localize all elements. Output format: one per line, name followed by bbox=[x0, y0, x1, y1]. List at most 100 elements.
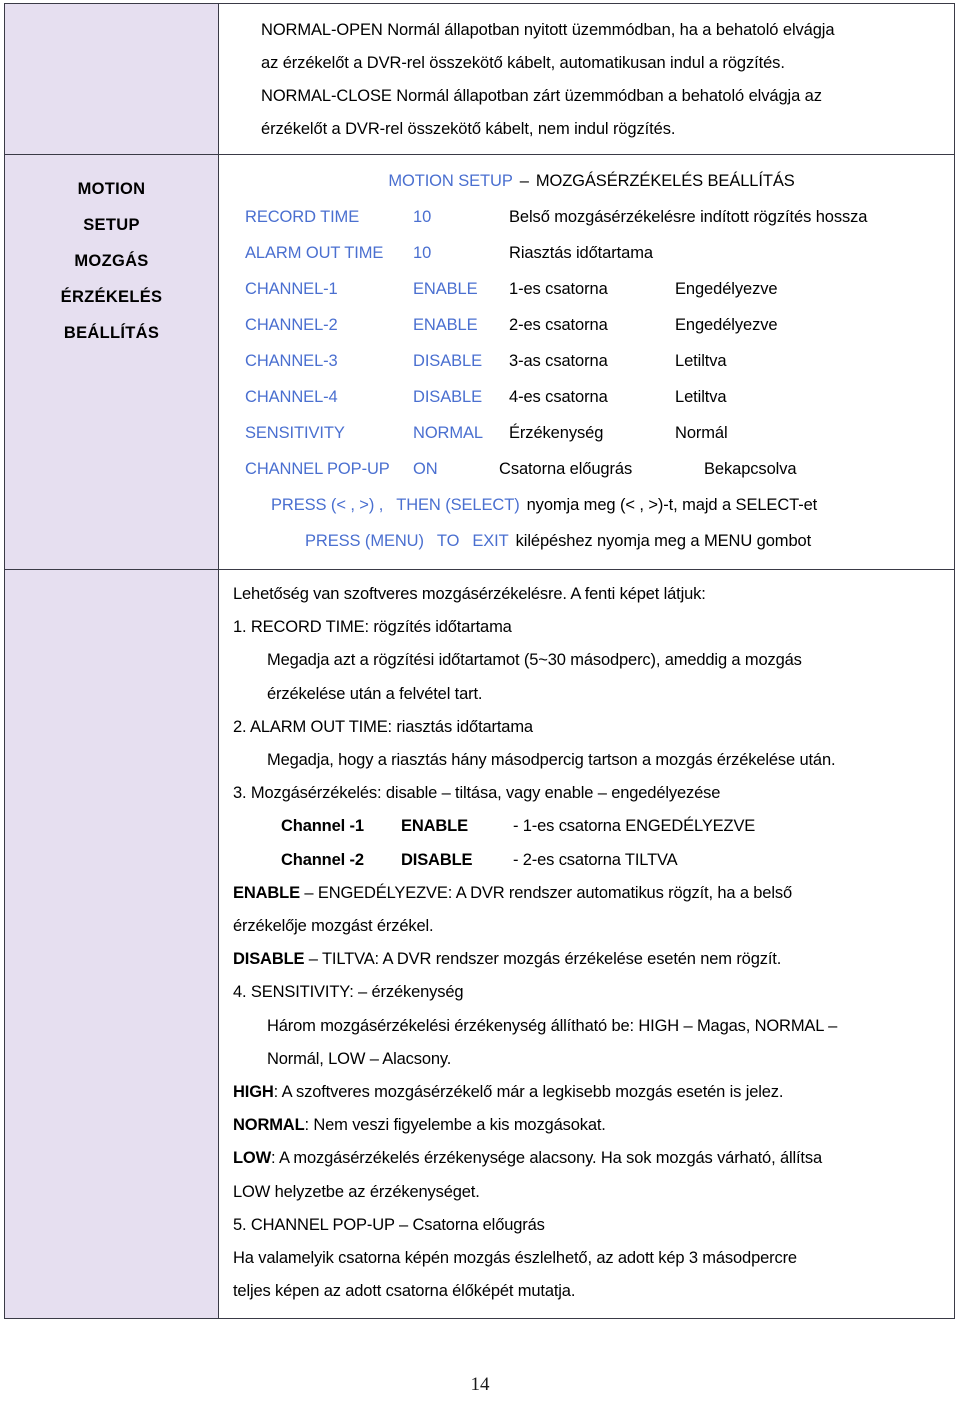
prose-enable-term: ENABLE bbox=[233, 883, 300, 902]
page-number: 14 bbox=[470, 1374, 490, 1395]
prose-channel-1-desc: - 1-es csatorna ENGEDÉLYEZVE bbox=[513, 817, 756, 836]
table-row-intro: NORMAL-OPEN Normál állapotban nyitott üz… bbox=[4, 3, 955, 155]
menu-title-english: MOTION SETUP bbox=[388, 172, 513, 190]
footer-press-menu-en-c: EXIT bbox=[472, 532, 509, 550]
prose-item1-body-b: érzékelése után a felvétel tart. bbox=[267, 684, 483, 703]
menu-value-channel-4[interactable]: DISABLE bbox=[413, 379, 509, 415]
menu-state-channel-2: Engedélyezve bbox=[675, 316, 778, 334]
footer-press-keys-en-a: PRESS (< , >) , bbox=[271, 496, 384, 514]
prose-item3-heading: 3. Mozgásérzékelés: disable – tiltása, v… bbox=[233, 784, 721, 803]
sidebar-cell-labels: MOTION SETUP MOZGÁS ÉRZÉKELÉS BEÁLLÍTÁS bbox=[4, 154, 219, 570]
menu-state-channel-1: Engedélyezve bbox=[675, 280, 778, 298]
menu-footer-press-select: PRESS (< , >) , THEN (SELECT) nyomja meg (… bbox=[229, 487, 944, 523]
menu-state-channel-4: Letiltva bbox=[675, 388, 727, 406]
menu-key-channel-3: CHANNEL-3 bbox=[245, 352, 338, 370]
prose-normal-term: NORMAL bbox=[233, 1116, 305, 1135]
intro-block: NORMAL-OPEN Normál állapotban nyitott üz… bbox=[219, 4, 954, 154]
menu-desc-channel-4: 4-es csatorna bbox=[509, 388, 608, 406]
footer-press-menu-hu: kilépéshez nyomja meg a MENU gombot bbox=[515, 532, 812, 550]
prose-item4-body-a: Három mozgásérzékelési érzékenység állít… bbox=[267, 1016, 838, 1035]
intro-line-3: NORMAL-CLOSE Normál állapotban zárt üzem… bbox=[261, 87, 822, 105]
menu-row-channel-1[interactable]: CHANNEL-1 ENABLE 1-es csatorna Engedélye… bbox=[229, 271, 944, 307]
sidebar-item-motion: MOTION bbox=[77, 180, 146, 198]
menu-title-separator: – bbox=[519, 172, 529, 190]
menu-row-channel-popup[interactable]: CHANNEL POP-UP ON Csatorna előugrás Beka… bbox=[229, 451, 944, 487]
prose-low-text-a: : A mozgásérzékelés érzékenysége alacson… bbox=[271, 1149, 822, 1168]
menu-value-channel-2[interactable]: ENABLE bbox=[413, 307, 509, 343]
prose-item2-body: Megadja, hogy a riasztás hány másodperci… bbox=[267, 751, 836, 770]
prose-low-term: LOW bbox=[233, 1149, 272, 1168]
table-row-menu: MOTION SETUP MOZGÁS ÉRZÉKELÉS BEÁLLÍTÁS … bbox=[4, 154, 955, 570]
prose-high-text: : A szoftveres mozgásérzékelő már a legk… bbox=[273, 1083, 784, 1102]
prose-enable-text-a: – ENGEDÉLYEZVE: A DVR rendszer automatik… bbox=[299, 883, 792, 902]
menu-value-alarm-out-time[interactable]: 10 bbox=[413, 235, 509, 271]
menu-row-channel-2[interactable]: CHANNEL-2 ENABLE 2-es csatorna Engedélye… bbox=[229, 307, 944, 343]
menu-desc-sensitivity: Érzékenység bbox=[509, 424, 604, 442]
menu-value-channel-3[interactable]: DISABLE bbox=[413, 343, 509, 379]
menu-title-hungarian: MOZGÁSÉRZÉKELÉS BEÁLLÍTÁS bbox=[535, 172, 795, 190]
menu-key-sensitivity: SENSITIVITY bbox=[245, 424, 345, 442]
sidebar-item-setup: SETUP bbox=[83, 216, 140, 234]
prose-channel-2-desc: - 2-es csatorna TILTVA bbox=[513, 850, 678, 869]
prose-channel-2-name: Channel -2 bbox=[281, 850, 364, 869]
prose-disable-term: DISABLE bbox=[233, 950, 305, 969]
menu-value-channel-popup[interactable]: ON bbox=[413, 451, 499, 487]
intro-line-1: NORMAL-OPEN Normál állapotban nyitott üz… bbox=[261, 21, 835, 39]
menu-value-record-time[interactable]: 10 bbox=[413, 199, 509, 235]
menu-value-sensitivity[interactable]: NORMAL bbox=[413, 415, 509, 451]
menu-desc-alarm-out-time: Riasztás időtartama bbox=[509, 244, 653, 262]
menu-row-record-time[interactable]: RECORD TIME 10 Belső mozgásérzékelésre i… bbox=[229, 199, 944, 235]
menu-desc-record-time: Belső mozgásérzékelésre indított rögzíté… bbox=[509, 208, 868, 226]
prose-cell: Lehetőség van szoftveres mozgásérzékelés… bbox=[218, 568, 955, 1320]
sidebar-cell-empty-bottom bbox=[4, 568, 219, 1320]
prose-channel-2-row: Channel -2 DISABLE - 2-es csatorna TILTVA bbox=[233, 844, 940, 877]
sidebar-item-mozgas: MOZGÁS bbox=[74, 252, 149, 270]
menu-key-channel-popup: CHANNEL POP-UP bbox=[245, 460, 390, 478]
prose-enable-line-a: ENABLE – ENGEDÉLYEZVE: A DVR rendszer au… bbox=[233, 877, 940, 910]
menu-key-channel-4: CHANNEL-4 bbox=[245, 388, 338, 406]
manual-layout-table: NORMAL-OPEN Normál állapotban nyitott üz… bbox=[4, 3, 955, 1320]
menu-key-record-time: RECORD TIME bbox=[245, 208, 360, 226]
menu-value-channel-1[interactable]: ENABLE bbox=[413, 271, 509, 307]
menu-state-channel-popup: Bekapcsolva bbox=[704, 460, 797, 478]
prose-disable-text: – TILTVA: A DVR rendszer mozgás érzékelé… bbox=[304, 950, 782, 969]
sidebar-cell-empty-top bbox=[4, 3, 219, 155]
explanation-block: Lehetőség van szoftveres mozgásérzékelés… bbox=[219, 570, 954, 1318]
menu-desc-channel-1: 1-es csatorna bbox=[509, 280, 608, 298]
menu-row-channel-4[interactable]: CHANNEL-4 DISABLE 4-es csatorna Letiltva bbox=[229, 379, 944, 415]
prose-channel-1-row: Channel -1 ENABLE - 1-es csatorna ENGEDÉLY… bbox=[233, 810, 940, 843]
prose-channel-1-name: Channel -1 bbox=[281, 817, 364, 836]
document-page: NORMAL-OPEN Normál állapotban nyitott üz… bbox=[0, 0, 960, 1424]
menu-state-channel-3: Letiltva bbox=[675, 352, 727, 370]
prose-high-term: HIGH bbox=[233, 1083, 274, 1102]
footer-press-menu-en-b: TO bbox=[436, 532, 460, 550]
prose-low-line-b: LOW helyzetbe az érzékenységet. bbox=[233, 1182, 480, 1201]
menu-key-channel-1: CHANNEL-1 bbox=[245, 280, 338, 298]
prose-item5-body-a: Ha valamelyik csatorna képén mozgás észl… bbox=[233, 1249, 797, 1268]
prose-normal-text: : Nem veszi figyelembe a kis mozgásokat. bbox=[304, 1116, 606, 1135]
footer-press-keys-hu: nyomja meg (< , >)-t, majd a SELECT-et bbox=[526, 496, 818, 514]
menu-state-sensitivity: Normál bbox=[675, 424, 728, 442]
menu-desc-channel-3: 3-as csatorna bbox=[509, 352, 608, 370]
table-row-prose: Lehetőség van szoftveres mozgásérzékelés… bbox=[4, 568, 955, 1320]
footer-press-keys-en-b: THEN (SELECT) bbox=[396, 496, 520, 514]
menu-row-alarm-out-time[interactable]: ALARM OUT TIME 10 Riasztás időtartama bbox=[229, 235, 944, 271]
prose-item2-heading: 2. ALARM OUT TIME: riasztás időtartama bbox=[233, 717, 533, 736]
menu-desc-channel-2: 2-es csatorna bbox=[509, 316, 608, 334]
intro-line-4: érzékelőt a DVR-rel összekötő kábelt, ne… bbox=[261, 120, 676, 138]
prose-item4-body-b: Normál, LOW – Alacsony. bbox=[267, 1049, 452, 1068]
menu-row-sensitivity[interactable]: SENSITIVITY NORMAL Érzékenység Normál bbox=[229, 415, 944, 451]
menu-footer-press-menu: PRESS (MENU) TO EXIT kilépéshez nyomja meg … bbox=[229, 523, 944, 559]
menu-desc-channel-popup: Csatorna előugrás bbox=[499, 460, 633, 478]
menu-row-channel-3[interactable]: CHANNEL-3 DISABLE 3-as csatorna Letiltva bbox=[229, 343, 944, 379]
footer-press-menu-en-a: PRESS (MENU) bbox=[305, 532, 424, 550]
prose-channel-2-value: DISABLE bbox=[401, 850, 473, 869]
prose-item5-heading: 5. CHANNEL POP-UP – Csatorna előugrás bbox=[233, 1215, 545, 1234]
prose-intro: Lehetőség van szoftveres mozgásérzékelés… bbox=[233, 585, 706, 603]
sidebar-label-list: MOTION SETUP MOZGÁS ÉRZÉKELÉS BEÁLLÍTÁS bbox=[5, 155, 218, 351]
prose-enable-line-b: érzékelője mozgást érzékel. bbox=[233, 917, 434, 936]
intro-line-2: az érzékelőt a DVR-rel összekötő kábelt,… bbox=[261, 54, 785, 72]
sidebar-item-erzekeles: ÉRZÉKELÉS bbox=[60, 288, 163, 306]
menu-key-channel-2: CHANNEL-2 bbox=[245, 316, 338, 334]
prose-item1-heading: 1. RECORD TIME: rögzítés időtartama bbox=[233, 618, 512, 637]
